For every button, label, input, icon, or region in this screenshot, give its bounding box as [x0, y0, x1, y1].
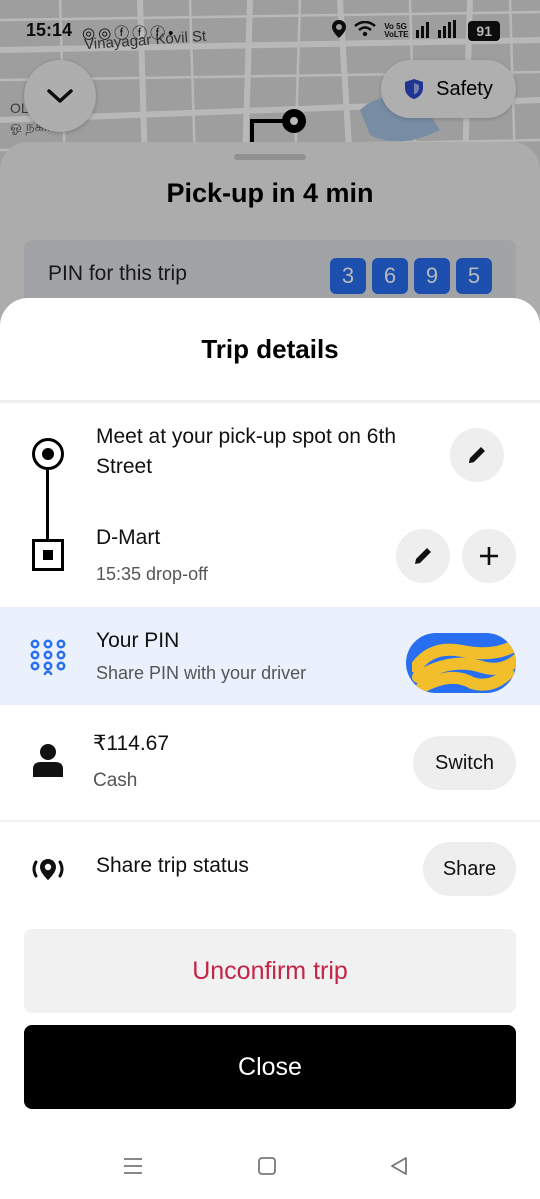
home-icon[interactable] [257, 1156, 277, 1176]
add-stop-button[interactable] [462, 529, 516, 583]
divider [0, 400, 540, 403]
dropoff-marker-icon [32, 539, 64, 571]
pencil-icon [415, 548, 431, 564]
unconfirm-trip-button[interactable]: Unconfirm trip [24, 929, 516, 1013]
system-nav-bar [0, 1140, 540, 1199]
edit-pickup-button[interactable] [450, 428, 504, 482]
pickup-location-text: Meet at your pick-up spot on 6th Street [96, 425, 396, 478]
pin-row-subtitle: Share PIN with your driver [96, 663, 307, 683]
pin-row[interactable]: Your PIN Share PIN with your driver [0, 607, 540, 705]
fare-amount: ₹114.67 [93, 732, 170, 755]
share-location-icon [32, 859, 64, 880]
redaction-scribble [412, 641, 516, 693]
plus-icon [480, 547, 498, 565]
pin-row-title: Your PIN [96, 629, 180, 652]
switch-payment-button[interactable]: Switch [413, 736, 516, 790]
payment-method: Cash [93, 770, 138, 791]
pencil-icon [469, 447, 485, 463]
dropoff-time: 15:35 drop-off [96, 564, 208, 584]
keypad-icon [30, 639, 66, 675]
back-icon[interactable] [389, 1156, 409, 1176]
menu-icon[interactable] [122, 1156, 144, 1176]
pickup-marker-icon [32, 438, 64, 470]
trip-details-sheet: Trip details Meet at your pick-up spot o… [0, 298, 540, 1199]
share-button[interactable]: Share [423, 842, 516, 896]
edit-dropoff-button[interactable] [396, 529, 450, 583]
share-trip-title: Share trip status [96, 854, 249, 877]
divider [0, 820, 540, 822]
sheet-title: Trip details [201, 334, 339, 364]
dropoff-title: D-Mart [96, 526, 161, 549]
pin-toggle[interactable] [406, 633, 516, 693]
person-icon [33, 744, 63, 777]
close-button[interactable]: Close [24, 1025, 516, 1109]
